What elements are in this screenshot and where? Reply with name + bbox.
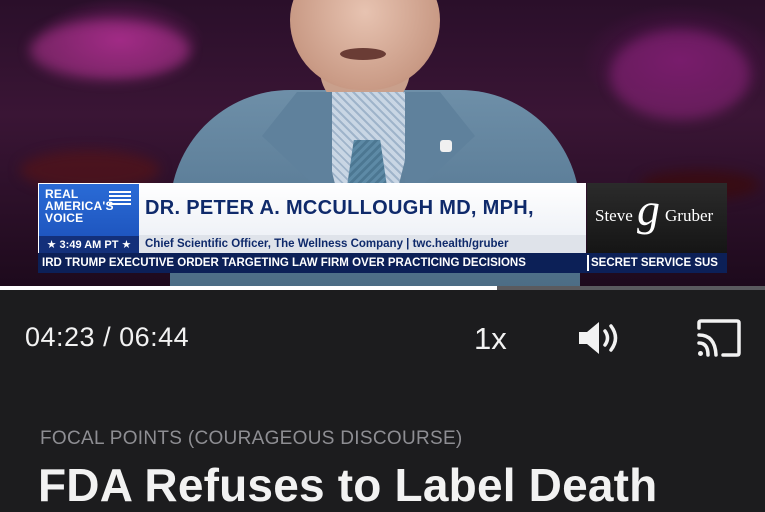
news-ticker: IRD TRUMP EXECUTIVE ORDER TARGETING LAW … <box>38 253 727 273</box>
brand-last-name: Gruber <box>665 206 714 225</box>
cast-icon[interactable] <box>695 318 743 358</box>
brand-first-name: Steve <box>595 206 633 225</box>
playback-speed-button[interactable]: 1x <box>474 321 507 357</box>
ticker-separator <box>587 255 589 271</box>
episode-title: FDA Refuses to Label Death <box>38 459 658 511</box>
show-category[interactable]: FOCAL POINTS (COURAGEOUS DISCOURSE) <box>40 428 463 450</box>
guest-subtitle: Chief Scientific Officer, The Wellness C… <box>139 235 586 253</box>
speaker-mouth <box>340 48 386 60</box>
lapel-pin <box>440 140 452 152</box>
playback-time: 04:23 / 06:44 <box>25 322 190 352</box>
lower-third-nameplate: DR. PETER A. MCCULLOUGH MD, MPH, Chief S… <box>139 183 586 253</box>
player-controls: 04:23 / 06:44 1x <box>0 290 765 390</box>
guest-name: DR. PETER A. MCCULLOUGH MD, MPH, <box>145 197 534 219</box>
video-frame[interactable]: REAL AMERICA'S VOICE ★ 3:49 AM PT ★ DR. … <box>0 0 765 288</box>
speaker-high-icon[interactable] <box>575 318 625 358</box>
ticker-headline-next: SECRET SERVICE SUS <box>591 257 718 269</box>
real-americas-voice-logo: REAL AMERICA'S VOICE ★ 3:49 AM PT ★ <box>38 183 140 255</box>
broadcast-time: ★ 3:49 AM PT ★ <box>39 236 139 254</box>
steve-gruber-logo: Steve g Gruber <box>587 183 727 253</box>
brand-g-mark: g <box>637 184 660 235</box>
ticker-headline: IRD TRUMP EXECUTIVE ORDER TARGETING LAW … <box>42 257 526 269</box>
speaker-head <box>290 0 440 90</box>
flag-icon <box>109 191 131 207</box>
